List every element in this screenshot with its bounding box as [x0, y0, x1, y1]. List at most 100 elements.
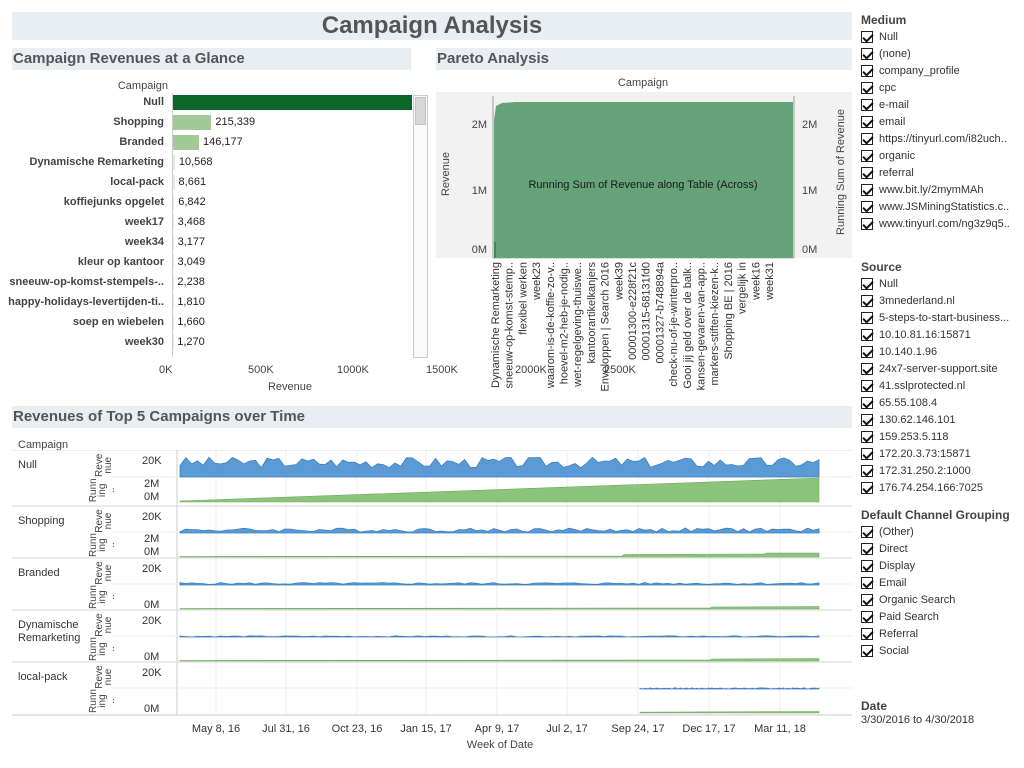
- medium-option[interactable]: https://tinyurl.com/i82uch..: [861, 130, 1021, 147]
- channel-option[interactable]: Display: [861, 557, 1021, 574]
- checkbox-checked-icon[interactable]: [861, 430, 873, 443]
- top5-revenue-area[interactable]: [179, 527, 820, 534]
- checkbox-checked-icon[interactable]: [861, 593, 873, 606]
- medium-option[interactable]: (none): [861, 45, 1021, 62]
- checkbox-checked-icon[interactable]: [861, 610, 873, 623]
- channel-option[interactable]: (Other): [861, 523, 1021, 540]
- channel-option[interactable]: Referral: [861, 625, 1021, 642]
- medium-option[interactable]: www.bit.ly/2mymMAh: [861, 181, 1021, 198]
- glance-bar[interactable]: [173, 155, 175, 170]
- checkbox-checked-icon[interactable]: [861, 627, 873, 640]
- source-option[interactable]: 3mnederland.nl: [861, 292, 1021, 309]
- checkbox-checked-icon[interactable]: [861, 277, 873, 290]
- medium-option[interactable]: www.tinyurl.com/ng3z9q5..: [861, 215, 1021, 232]
- checkbox-checked-icon[interactable]: [861, 328, 873, 341]
- checkbox-checked-icon[interactable]: [861, 311, 873, 324]
- medium-option[interactable]: e-mail: [861, 96, 1021, 113]
- source-option[interactable]: 10.10.81.16:15871: [861, 326, 1021, 343]
- glance-row[interactable]: local-pack 8,661: [0, 173, 412, 193]
- checkbox-checked-icon[interactable]: [861, 559, 873, 572]
- channel-option[interactable]: Direct: [861, 540, 1021, 557]
- glance-bar[interactable]: [173, 115, 212, 130]
- checkbox-checked-icon[interactable]: [861, 525, 873, 538]
- glance-bar[interactable]: [173, 255, 174, 270]
- source-option[interactable]: 24x7-server-support.site: [861, 360, 1021, 377]
- channel-option[interactable]: Organic Search: [861, 591, 1021, 608]
- checkbox-checked-icon[interactable]: [861, 30, 873, 43]
- checkbox-checked-icon[interactable]: [861, 294, 873, 307]
- checkbox-checked-icon[interactable]: [861, 47, 873, 60]
- source-option[interactable]: 172.20.3.73:15871: [861, 445, 1021, 462]
- glance-bar[interactable]: [173, 175, 175, 190]
- checkbox-checked-icon[interactable]: [861, 200, 873, 213]
- checkbox-checked-icon[interactable]: [861, 115, 873, 128]
- source-option[interactable]: 176.74.254.166:7025: [861, 479, 1021, 496]
- glance-row[interactable]: week17 3,468: [0, 213, 412, 233]
- glance-row[interactable]: sneeuw-op-komst-stempels-.. 2,238: [0, 273, 412, 293]
- checkbox-checked-icon[interactable]: [861, 217, 873, 230]
- checkbox-checked-icon[interactable]: [861, 413, 873, 426]
- medium-option[interactable]: referral: [861, 164, 1021, 181]
- source-option[interactable]: 159.253.5.118: [861, 428, 1021, 445]
- glance-row[interactable]: happy-holidays-levertijden-ti.. 1,810: [0, 293, 412, 313]
- checkbox-checked-icon[interactable]: [861, 576, 873, 589]
- source-option[interactable]: 10.140.1.96: [861, 343, 1021, 360]
- checkbox-checked-icon[interactable]: [861, 481, 873, 494]
- glance-scrollbar[interactable]: [413, 95, 428, 358]
- top5-running-sum-area[interactable]: [179, 477, 820, 503]
- source-option[interactable]: 130.62.146.101: [861, 411, 1021, 428]
- date-range-value[interactable]: 3/30/2016 to 4/30/2018: [861, 714, 1021, 726]
- checkbox-checked-icon[interactable]: [861, 542, 873, 555]
- source-option[interactable]: 65.55.108.4: [861, 394, 1021, 411]
- glance-row[interactable]: kleur op kantoor 3,049: [0, 253, 412, 273]
- glance-bar[interactable]: [173, 135, 200, 150]
- top5-revenue-area[interactable]: [179, 456, 820, 478]
- top5-running-sum-area[interactable]: [179, 658, 820, 662]
- checkbox-checked-icon[interactable]: [861, 379, 873, 392]
- medium-option[interactable]: email: [861, 113, 1021, 130]
- top5-revenue-area[interactable]: [179, 582, 820, 586]
- source-option[interactable]: 5-steps-to-start-business...: [861, 309, 1021, 326]
- medium-option[interactable]: cpc: [861, 79, 1021, 96]
- checkbox-checked-icon[interactable]: [861, 132, 873, 145]
- medium-option[interactable]: company_profile: [861, 62, 1021, 79]
- glance-scroll-thumb[interactable]: [415, 97, 426, 125]
- checkbox-checked-icon[interactable]: [861, 183, 873, 196]
- glance-bar[interactable]: [173, 235, 174, 250]
- checkbox-checked-icon[interactable]: [861, 98, 873, 111]
- channel-option[interactable]: Paid Search: [861, 608, 1021, 625]
- checkbox-checked-icon[interactable]: [861, 447, 873, 460]
- checkbox-checked-icon[interactable]: [861, 345, 873, 358]
- source-option[interactable]: Null: [861, 275, 1021, 292]
- source-filter-list[interactable]: Null 3mnederland.nl 5-steps-to-start-busin…: [861, 275, 1021, 496]
- top5-running-sum-area[interactable]: [179, 552, 820, 558]
- top5-running-sum-area[interactable]: [639, 711, 820, 714]
- medium-option[interactable]: organic: [861, 147, 1021, 164]
- glance-row[interactable]: Dynamische Remarketing 10,568: [0, 153, 412, 173]
- source-option[interactable]: 41.sslprotected.nl: [861, 377, 1021, 394]
- glance-bar[interactable]: [173, 95, 412, 110]
- medium-option[interactable]: Null: [861, 28, 1021, 45]
- glance-row[interactable]: week30 1,270: [0, 333, 412, 353]
- glance-row[interactable]: Null1,930,610: [0, 93, 412, 113]
- checkbox-checked-icon[interactable]: [861, 464, 873, 477]
- source-option[interactable]: 172.31.250.2:1000: [861, 462, 1021, 479]
- glance-row[interactable]: Shopping 215,339: [0, 113, 412, 133]
- checkbox-checked-icon[interactable]: [861, 396, 873, 409]
- glance-row[interactable]: week34 3,177: [0, 233, 412, 253]
- medium-option[interactable]: www.JSMiningStatistics.c..: [861, 198, 1021, 215]
- top5-running-sum-area[interactable]: [179, 606, 820, 610]
- channel-option[interactable]: Email: [861, 574, 1021, 591]
- checkbox-checked-icon[interactable]: [861, 149, 873, 162]
- checkbox-checked-icon[interactable]: [861, 64, 873, 77]
- glance-bar[interactable]: [173, 215, 174, 230]
- channel-option[interactable]: Social: [861, 642, 1021, 659]
- glance-bar[interactable]: [173, 195, 175, 210]
- checkbox-checked-icon[interactable]: [861, 81, 873, 94]
- pareto-revenue-bar[interactable]: [494, 242, 496, 258]
- checkbox-checked-icon[interactable]: [861, 362, 873, 375]
- glance-row[interactable]: Branded 146,177: [0, 133, 412, 153]
- checkbox-checked-icon[interactable]: [861, 166, 873, 179]
- glance-row[interactable]: soep en wiebelen 1,660: [0, 313, 412, 333]
- glance-row[interactable]: koffiejunks opgelet 6,842: [0, 193, 412, 213]
